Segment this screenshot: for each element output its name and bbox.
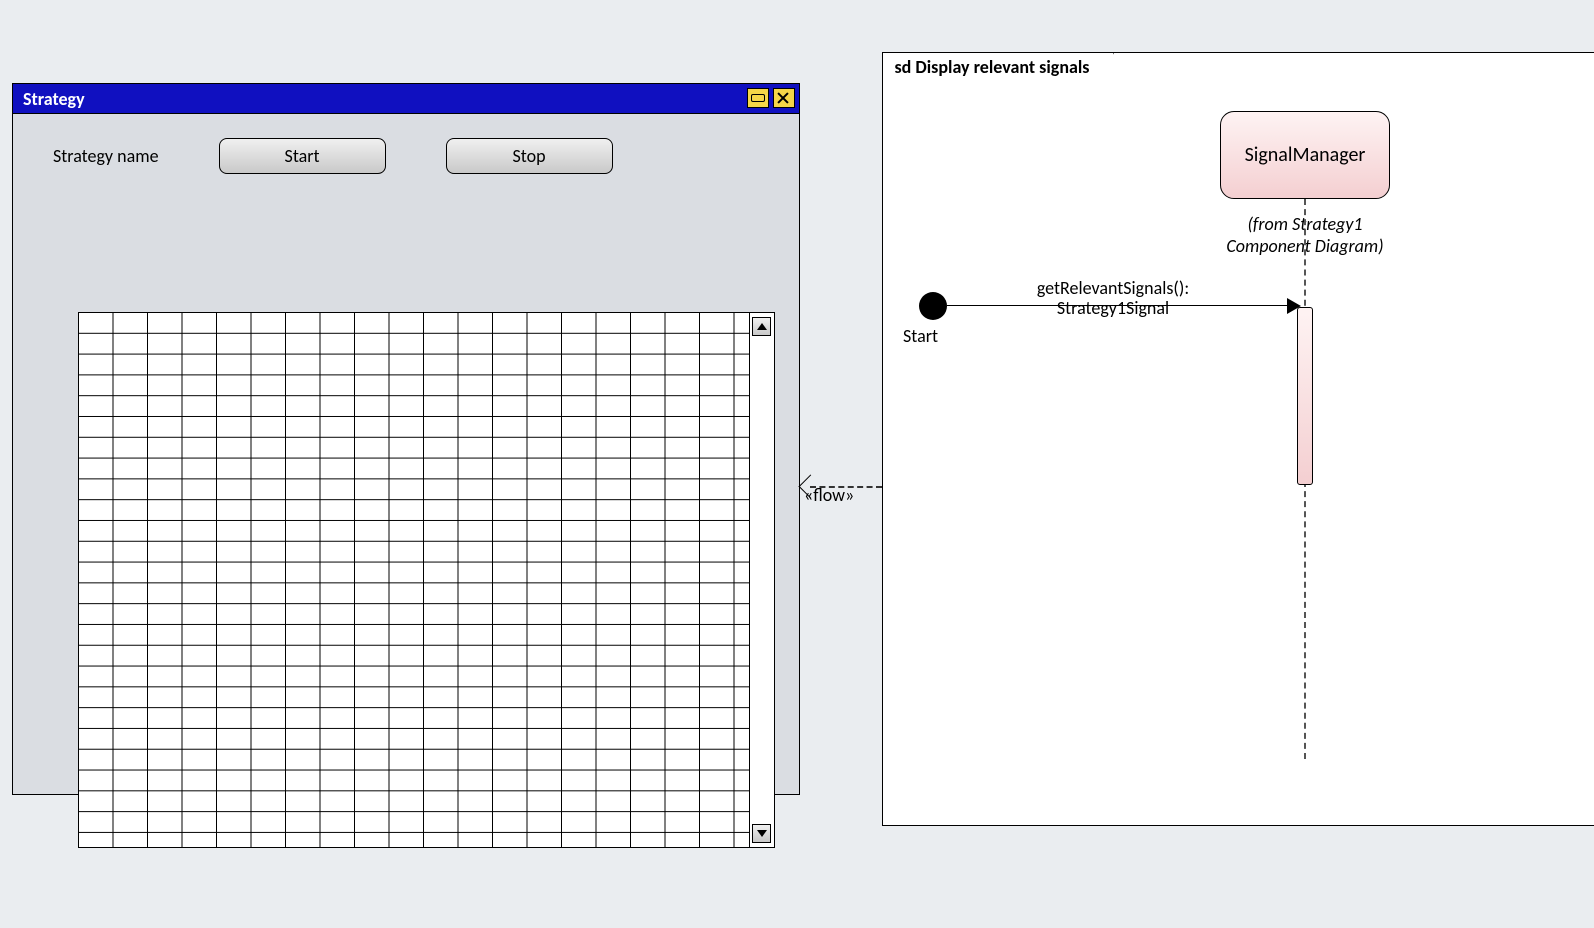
close-icon[interactable] [773,88,795,108]
message-arrowhead-icon [1287,298,1301,314]
message-line1: getRelevantSignals(): [963,278,1263,298]
scroll-down-button[interactable] [752,824,771,843]
chevron-up-icon [757,323,767,330]
sd-heading-text: sd Display relevant signals [895,56,1090,78]
activation-bar [1297,307,1313,485]
signalmanager-lifeline-head[interactable]: SignalManager [1220,111,1390,199]
sd-frame-heading: sd Display relevant signals [882,52,1115,82]
start-node-label: Start [903,325,938,347]
window-titlebar: Strategy [13,84,799,114]
stop-button[interactable]: Stop [446,138,613,174]
signalmanager-name: SignalManager [1245,143,1366,167]
message-label: getRelevantSignals(): Strategy1Signal [963,278,1263,318]
controls-row: Strategy name Start Stop [53,138,759,174]
sequence-diagram-frame: sd Display relevant signals SignalManage… [882,52,1594,826]
grid-cells[interactable] [79,313,749,847]
minimize-icon[interactable] [747,88,769,108]
chevron-down-icon [757,830,767,837]
start-node-icon [919,292,947,320]
strategy-window: Strategy Strategy name Start Stop [12,83,800,795]
scroll-up-button[interactable] [752,317,771,336]
strategy-name-label: Strategy name [53,145,159,167]
flow-stereotype-label: «flow» [804,484,854,506]
window-buttons [747,88,795,108]
start-button[interactable]: Start [219,138,386,174]
diagram-canvas: Strategy Strategy name Start Stop sd Dis… [0,0,1594,928]
window-title: Strategy [23,88,85,110]
data-grid [78,312,775,848]
window-body: Strategy name Start Stop [13,114,799,174]
vertical-scrollbar[interactable] [749,313,774,847]
message-line2: Strategy1Signal [963,298,1263,318]
